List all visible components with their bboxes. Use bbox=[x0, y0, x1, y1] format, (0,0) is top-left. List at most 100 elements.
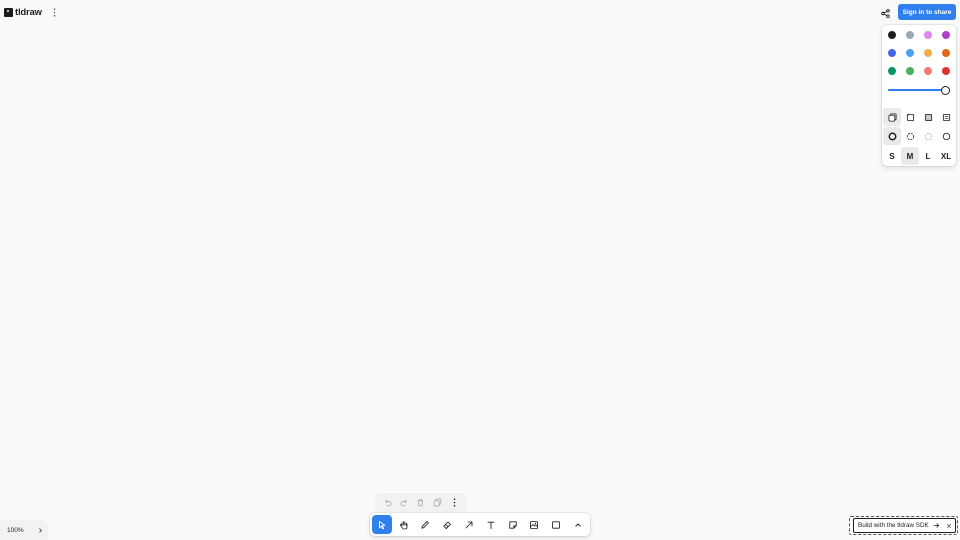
dash-style-row bbox=[883, 127, 955, 145]
main-menu-button[interactable] bbox=[48, 5, 62, 19]
zoom-control: 100% bbox=[0, 520, 48, 540]
arrow-tool-button[interactable] bbox=[459, 515, 479, 534]
fill-semi-icon bbox=[906, 113, 914, 121]
color-dot-blue bbox=[888, 49, 896, 57]
hand-tool-icon bbox=[399, 520, 408, 529]
color-swatch-yellow[interactable] bbox=[919, 44, 937, 62]
fill-none-button[interactable] bbox=[883, 108, 901, 126]
fill-pattern-icon bbox=[942, 113, 950, 121]
dash-dotted-button[interactable] bbox=[919, 127, 937, 145]
fill-none-icon bbox=[887, 112, 897, 122]
dash-draw-button[interactable] bbox=[883, 127, 901, 145]
size-s-button[interactable]: S bbox=[883, 147, 901, 165]
color-swatches bbox=[883, 26, 955, 80]
select-tool-button[interactable] bbox=[372, 515, 392, 534]
redo-icon bbox=[400, 499, 407, 507]
asset-tool-button[interactable] bbox=[525, 515, 545, 534]
fill-solid-button[interactable] bbox=[919, 108, 937, 126]
dash-dashed-button[interactable] bbox=[901, 127, 919, 145]
asset-tool-icon bbox=[530, 520, 539, 529]
color-swatch-orange[interactable] bbox=[937, 44, 955, 62]
color-swatch-grey[interactable] bbox=[901, 26, 919, 44]
dash-draw-icon bbox=[888, 132, 896, 140]
duplicate-icon bbox=[433, 498, 442, 507]
hand-tool-button[interactable] bbox=[394, 515, 414, 534]
share-icon bbox=[880, 8, 890, 18]
color-swatch-black[interactable] bbox=[883, 26, 901, 44]
draw-tool-icon bbox=[421, 520, 430, 529]
dash-solid-button[interactable] bbox=[937, 127, 955, 145]
dash-solid-icon bbox=[942, 132, 950, 140]
sdk-banner-text: Build with the tldraw SDK bbox=[858, 522, 929, 529]
logo-text: tldraw bbox=[15, 6, 42, 18]
main-toolbar bbox=[370, 513, 590, 536]
size-xl-button[interactable]: XL bbox=[937, 147, 955, 165]
rectangle-tool-icon bbox=[552, 520, 561, 529]
text-tool-button[interactable] bbox=[481, 515, 501, 534]
sdk-banner: Build with the tldraw SDK bbox=[849, 516, 958, 535]
color-swatch-green[interactable] bbox=[883, 62, 901, 80]
chevron-up-icon bbox=[575, 523, 581, 527]
size-m-button[interactable]: M bbox=[901, 147, 919, 165]
color-dot-orange bbox=[942, 49, 950, 57]
delete-button[interactable] bbox=[414, 496, 428, 510]
color-dot-grey bbox=[906, 31, 914, 39]
fill-pattern-button[interactable] bbox=[937, 108, 955, 126]
fill-solid-icon bbox=[924, 113, 932, 121]
rectangle-tool-button[interactable] bbox=[546, 515, 566, 534]
more-tools-button[interactable] bbox=[568, 515, 588, 534]
note-tool-button[interactable] bbox=[503, 515, 523, 534]
color-swatch-light-green[interactable] bbox=[901, 62, 919, 80]
size-l-button[interactable]: L bbox=[919, 147, 937, 165]
arrow-right-icon bbox=[933, 522, 940, 529]
sdk-banner-close-button[interactable] bbox=[946, 523, 952, 529]
dash-dotted-icon bbox=[924, 132, 932, 140]
select-tool-icon bbox=[378, 520, 386, 529]
color-dot-yellow bbox=[924, 49, 932, 57]
text-tool-icon bbox=[487, 521, 495, 529]
close-icon bbox=[947, 523, 951, 528]
tldraw-logo[interactable]: tldraw bbox=[4, 7, 42, 18]
undo-button[interactable] bbox=[380, 496, 394, 510]
draw-tool-button[interactable] bbox=[416, 515, 436, 534]
chevron-right-icon bbox=[38, 527, 42, 533]
color-dot-light-red bbox=[924, 67, 932, 75]
opacity-slider[interactable] bbox=[888, 84, 950, 96]
fill-semi-button[interactable] bbox=[901, 108, 919, 126]
color-dot-black bbox=[888, 31, 896, 39]
color-dot-green bbox=[888, 67, 896, 75]
tldraw-logo-icon bbox=[4, 7, 13, 17]
color-swatch-light-violet[interactable] bbox=[919, 26, 937, 44]
dash-dashed-icon bbox=[906, 132, 914, 140]
redo-button[interactable] bbox=[397, 496, 411, 510]
opacity-thumb[interactable] bbox=[941, 85, 950, 95]
color-swatch-blue[interactable] bbox=[883, 44, 901, 62]
minimap-toggle-button[interactable] bbox=[34, 524, 46, 536]
share-menu-button[interactable] bbox=[877, 5, 893, 21]
undo-icon bbox=[385, 499, 392, 507]
color-swatch-light-blue[interactable] bbox=[901, 44, 919, 62]
top-left-bar: tldraw bbox=[4, 4, 62, 20]
eraser-tool-icon bbox=[443, 521, 452, 529]
opacity-track bbox=[888, 89, 946, 91]
quick-actions-bar bbox=[375, 493, 467, 512]
style-panel: S M L XL bbox=[882, 25, 956, 166]
note-tool-icon bbox=[509, 520, 517, 529]
color-dot-violet bbox=[942, 31, 950, 39]
fill-style-row bbox=[883, 108, 955, 126]
color-swatch-red[interactable] bbox=[937, 62, 955, 80]
color-swatch-violet[interactable] bbox=[937, 26, 955, 44]
trash-icon bbox=[418, 499, 424, 507]
more-vertical-icon bbox=[53, 7, 56, 17]
more-actions-button[interactable] bbox=[448, 496, 462, 510]
more-vertical-icon bbox=[453, 498, 456, 507]
color-dot-red bbox=[942, 67, 950, 75]
size-row: S M L XL bbox=[883, 147, 955, 165]
sign-in-to-share-button[interactable]: Sign in to share bbox=[898, 4, 956, 20]
color-dot-light-green bbox=[906, 67, 914, 75]
color-swatch-light-red[interactable] bbox=[919, 62, 937, 80]
duplicate-button[interactable] bbox=[431, 496, 445, 510]
zoom-level-button[interactable]: 100% bbox=[7, 527, 31, 534]
eraser-tool-button[interactable] bbox=[437, 515, 457, 534]
sdk-banner-link[interactable]: Build with the tldraw SDK bbox=[853, 518, 956, 533]
